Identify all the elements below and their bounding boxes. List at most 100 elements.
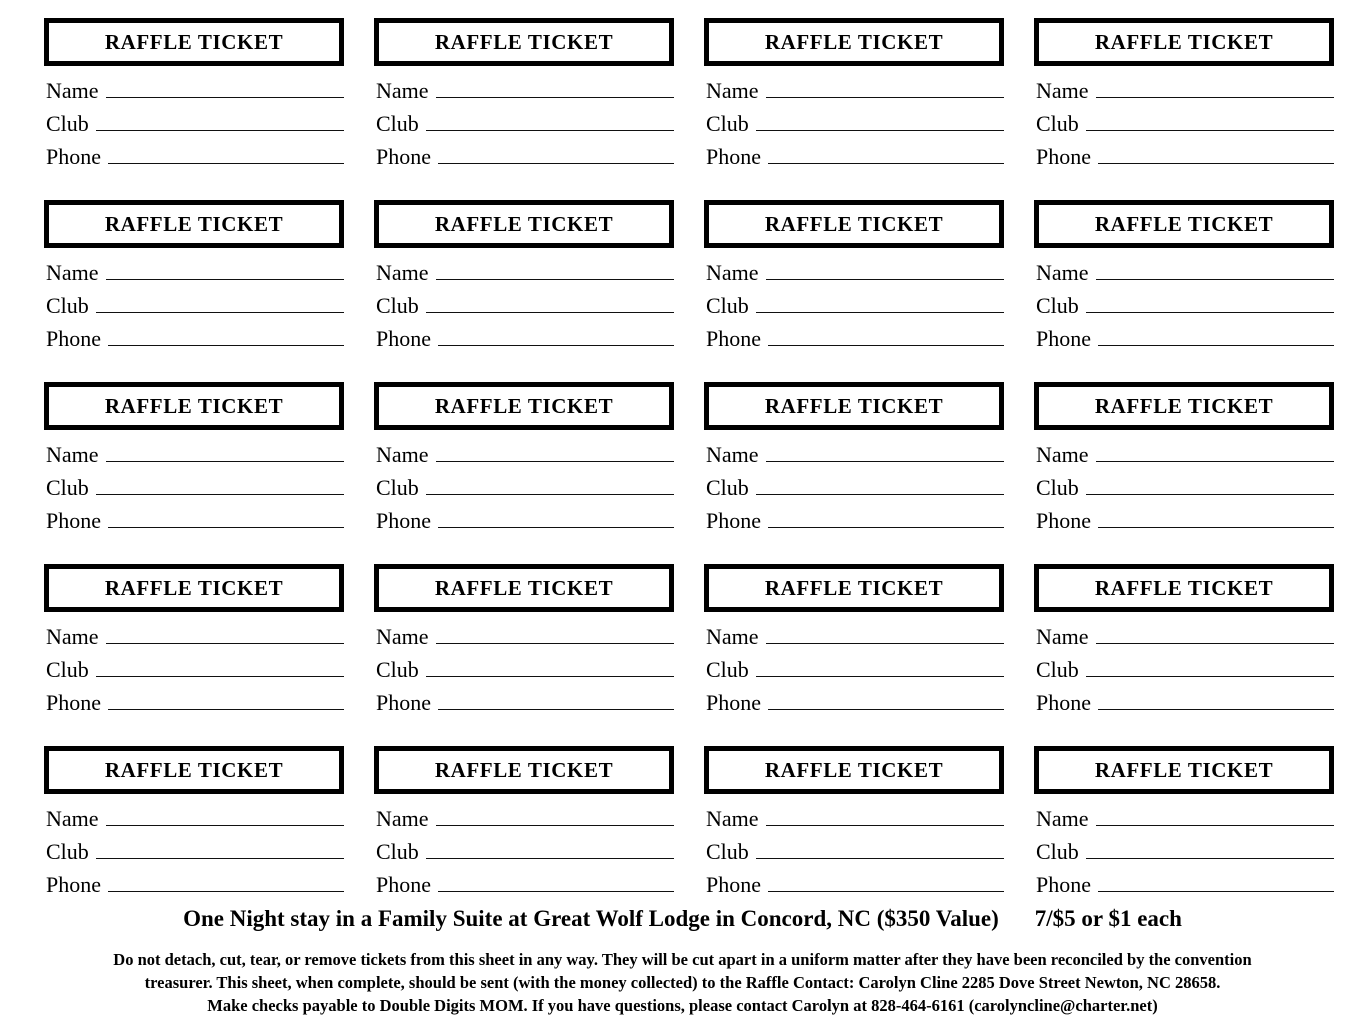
- ticket-header: RAFFLE TICKET: [44, 200, 344, 248]
- name-field-write-line[interactable]: [105, 624, 344, 644]
- name-field-label: Name: [46, 260, 99, 285]
- club-field-write-line[interactable]: [1085, 475, 1334, 495]
- name-field-write-line[interactable]: [765, 78, 1004, 98]
- raffle-ticket: RAFFLE TICKET Name Club Phone: [374, 18, 674, 200]
- club-field-write-line[interactable]: [755, 475, 1004, 495]
- name-field-write-line[interactable]: [105, 260, 344, 280]
- club-field-row: Club: [706, 839, 1004, 872]
- phone-field-write-line[interactable]: [108, 872, 344, 892]
- ticket-header: RAFFLE TICKET: [374, 564, 674, 612]
- club-field-write-line[interactable]: [755, 111, 1004, 131]
- club-field-write-line[interactable]: [1085, 293, 1334, 313]
- phone-field-label: Phone: [706, 508, 761, 533]
- name-field-row: Name: [46, 78, 344, 111]
- name-field-write-line[interactable]: [1095, 78, 1334, 98]
- phone-field-row: Phone: [1036, 144, 1334, 177]
- name-field-row: Name: [376, 78, 674, 111]
- raffle-ticket-sheet: RAFFLE TICKET Name Club Phone RAFFLE TICKET N…: [0, 0, 1365, 1024]
- ticket-fields: Name Club Phone: [704, 442, 1004, 541]
- club-field-write-line[interactable]: [425, 839, 674, 859]
- name-field-write-line[interactable]: [435, 78, 674, 98]
- ticket-title: RAFFLE TICKET: [434, 575, 614, 600]
- phone-field-row: Phone: [1036, 326, 1334, 359]
- name-field-label: Name: [46, 624, 99, 649]
- club-field-write-line[interactable]: [95, 657, 344, 677]
- club-field-write-line[interactable]: [425, 475, 674, 495]
- phone-field-write-line[interactable]: [768, 326, 1004, 346]
- name-field-write-line[interactable]: [435, 442, 674, 462]
- phone-field-write-line[interactable]: [438, 326, 674, 346]
- club-field-write-line[interactable]: [1085, 111, 1334, 131]
- phone-field-write-line[interactable]: [438, 872, 674, 892]
- name-field-write-line[interactable]: [1095, 260, 1334, 280]
- phone-field-write-line[interactable]: [438, 690, 674, 710]
- club-field-write-line[interactable]: [425, 657, 674, 677]
- ticket-fields: Name Club Phone: [1034, 624, 1334, 723]
- phone-field-label: Phone: [376, 872, 431, 897]
- ticket-title: RAFFLE TICKET: [104, 29, 284, 54]
- club-field-row: Club: [376, 475, 674, 508]
- phone-field-write-line[interactable]: [438, 508, 674, 528]
- name-field-write-line[interactable]: [435, 806, 674, 826]
- name-field-write-line[interactable]: [105, 806, 344, 826]
- club-field-row: Club: [376, 839, 674, 872]
- phone-field-write-line[interactable]: [1098, 872, 1334, 892]
- phone-field-label: Phone: [46, 326, 101, 351]
- phone-field-write-line[interactable]: [768, 144, 1004, 164]
- club-field-write-line[interactable]: [755, 657, 1004, 677]
- ticket-header: RAFFLE TICKET: [44, 564, 344, 612]
- club-field-write-line[interactable]: [425, 293, 674, 313]
- raffle-ticket: RAFFLE TICKET Name Club Phone: [44, 746, 344, 928]
- club-field-write-line[interactable]: [95, 839, 344, 859]
- phone-field-write-line[interactable]: [1098, 326, 1334, 346]
- club-field-write-line[interactable]: [95, 475, 344, 495]
- ticket-title: RAFFLE TICKET: [764, 575, 944, 600]
- phone-field-write-line[interactable]: [1098, 508, 1334, 528]
- name-field-write-line[interactable]: [1095, 806, 1334, 826]
- name-field-row: Name: [1036, 806, 1334, 839]
- name-field-row: Name: [376, 442, 674, 475]
- phone-field-write-line[interactable]: [108, 690, 344, 710]
- phone-field-write-line[interactable]: [1098, 144, 1334, 164]
- name-field-write-line[interactable]: [765, 442, 1004, 462]
- club-field-write-line[interactable]: [1085, 657, 1334, 677]
- raffle-ticket: RAFFLE TICKET Name Club Phone: [44, 200, 344, 382]
- club-field-write-line[interactable]: [95, 293, 344, 313]
- club-field-write-line[interactable]: [1085, 839, 1334, 859]
- phone-field-write-line[interactable]: [768, 872, 1004, 892]
- name-field-write-line[interactable]: [435, 260, 674, 280]
- name-field-label: Name: [46, 78, 99, 103]
- name-field-write-line[interactable]: [1095, 624, 1334, 644]
- ticket-header: RAFFLE TICKET: [1034, 200, 1334, 248]
- phone-field-write-line[interactable]: [108, 508, 344, 528]
- name-field-write-line[interactable]: [765, 624, 1004, 644]
- ticket-title: RAFFLE TICKET: [434, 393, 614, 418]
- name-field-row: Name: [46, 260, 344, 293]
- club-field-write-line[interactable]: [425, 111, 674, 131]
- ticket-title: RAFFLE TICKET: [434, 29, 614, 54]
- phone-field-write-line[interactable]: [1098, 690, 1334, 710]
- name-field-label: Name: [376, 78, 429, 103]
- club-field-row: Club: [706, 293, 1004, 326]
- phone-field-write-line[interactable]: [108, 326, 344, 346]
- name-field-write-line[interactable]: [435, 624, 674, 644]
- club-field-write-line[interactable]: [755, 293, 1004, 313]
- raffle-ticket: RAFFLE TICKET Name Club Phone: [704, 18, 1004, 200]
- phone-field-write-line[interactable]: [768, 508, 1004, 528]
- ticket-header: RAFFLE TICKET: [704, 746, 1004, 794]
- name-field-write-line[interactable]: [105, 78, 344, 98]
- phone-field-write-line[interactable]: [768, 690, 1004, 710]
- name-field-write-line[interactable]: [1095, 442, 1334, 462]
- club-field-write-line[interactable]: [95, 111, 344, 131]
- name-field-write-line[interactable]: [765, 260, 1004, 280]
- club-field-write-line[interactable]: [755, 839, 1004, 859]
- phone-field-write-line[interactable]: [438, 144, 674, 164]
- name-field-write-line[interactable]: [765, 806, 1004, 826]
- ticket-header: RAFFLE TICKET: [704, 564, 1004, 612]
- ticket-grid: RAFFLE TICKET Name Club Phone RAFFLE TICKET N…: [44, 18, 1338, 928]
- raffle-ticket: RAFFLE TICKET Name Club Phone: [44, 18, 344, 200]
- name-field-write-line[interactable]: [105, 442, 344, 462]
- phone-field-write-line[interactable]: [108, 144, 344, 164]
- raffle-ticket: RAFFLE TICKET Name Club Phone: [704, 746, 1004, 928]
- ticket-title: RAFFLE TICKET: [764, 211, 944, 236]
